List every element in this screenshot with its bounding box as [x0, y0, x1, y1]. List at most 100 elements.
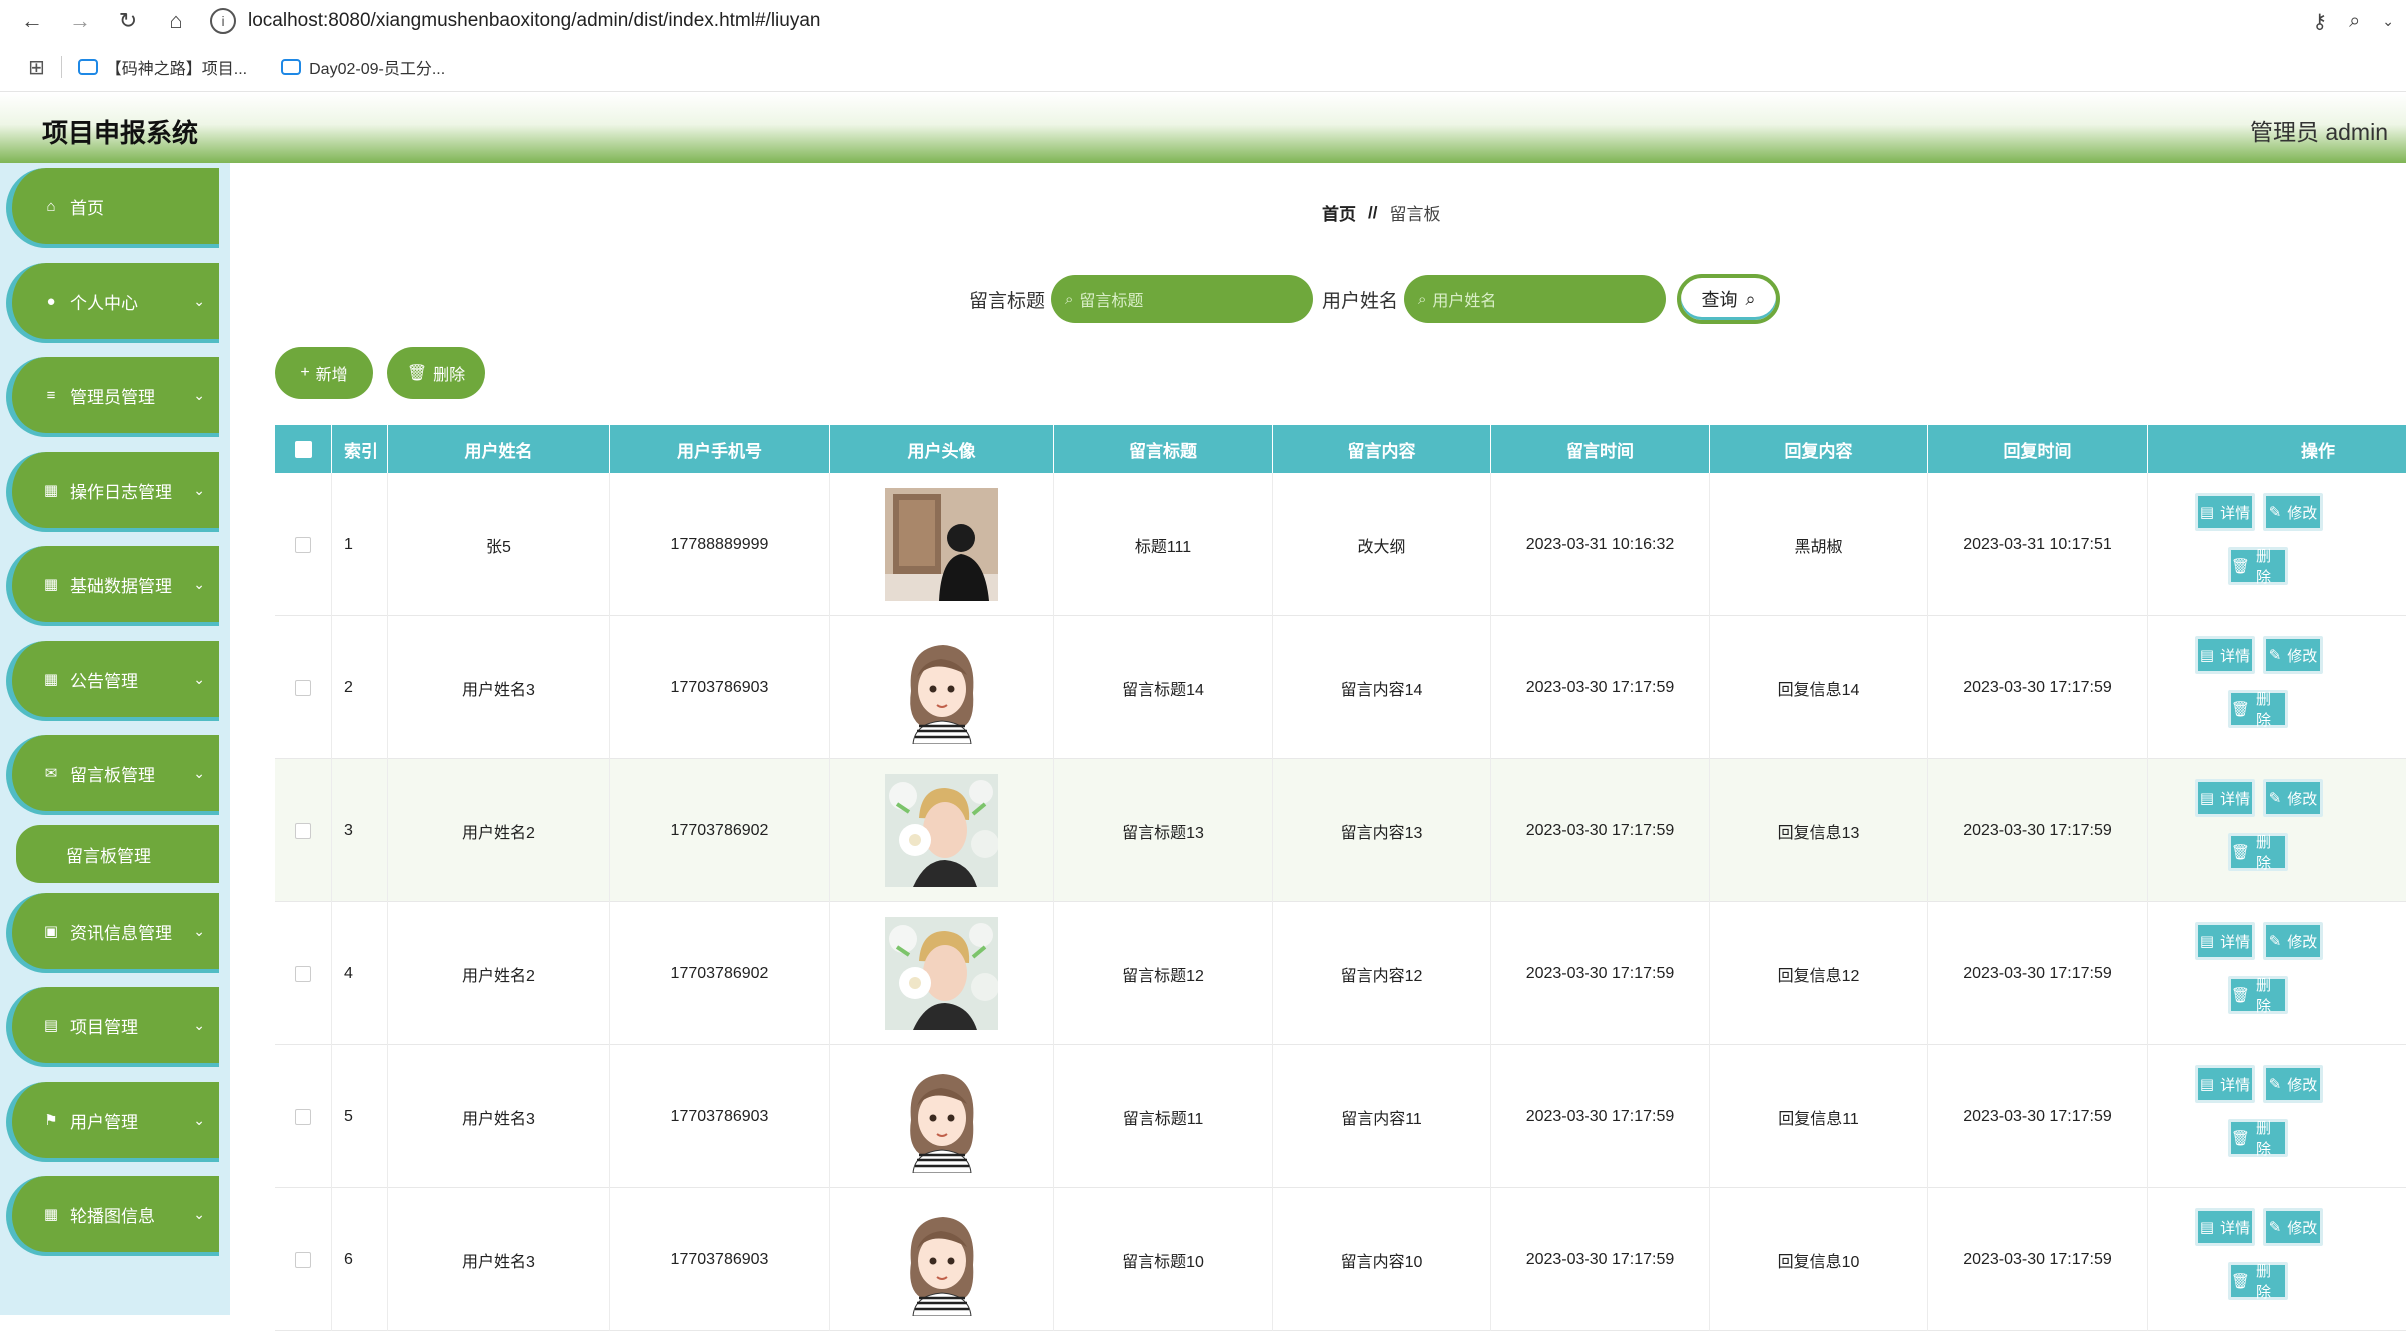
user-name-cell: 用户姓名3	[388, 616, 610, 759]
edit-button[interactable]: ✎ 修改	[2263, 636, 2323, 674]
row-checkbox[interactable]	[295, 965, 311, 982]
zoom-icon[interactable]: ⌕	[2349, 10, 2360, 33]
document-icon: ▤	[2199, 647, 2215, 664]
row-checkbox[interactable]	[295, 679, 311, 696]
sidebar-item-home[interactable]: ⌂ 首页	[6, 168, 219, 248]
reply-time-cell: 2023-03-30 17:17:59	[1928, 902, 2148, 1045]
message-content-cell: 改大纲	[1273, 473, 1491, 616]
sidebar-item-carousel[interactable]: ▦ 轮播图信息 ⌄	[6, 1176, 219, 1256]
sidebar-item-projects[interactable]: ▤ 项目管理 ⌄	[6, 987, 219, 1067]
index-cell: 6	[332, 1188, 388, 1331]
reply-content-cell: 回复信息13	[1710, 759, 1928, 902]
sidebar-item-label: 留言板管理	[70, 765, 155, 785]
breadcrumb-home[interactable]: 首页	[1322, 200, 1356, 225]
checkbox-cell	[275, 759, 332, 902]
pencil-icon: ✎	[2268, 1076, 2282, 1093]
sidebar-item-users[interactable]: ⚑ 用户管理 ⌄	[6, 1082, 219, 1162]
add-button[interactable]: + 新增	[275, 347, 373, 399]
sidebar-item-notices[interactable]: ▦ 公告管理 ⌄	[6, 641, 219, 721]
menu-chevron-icon[interactable]: ⌄	[2382, 13, 2394, 30]
message-time-cell: 2023-03-30 17:17:59	[1491, 902, 1710, 1045]
sidebar-item-base-data[interactable]: ▦ 基础数据管理 ⌄	[6, 546, 219, 626]
detail-button[interactable]: ▤ 详情	[2195, 493, 2255, 531]
sidebar-item-news[interactable]: ▣ 资讯信息管理 ⌄	[6, 893, 219, 973]
edit-button[interactable]: ✎ 修改	[2263, 779, 2323, 817]
sidebar-item-label: 首页	[70, 198, 104, 218]
message-title-cell: 留言标题11	[1054, 1045, 1273, 1188]
row-checkbox[interactable]	[295, 822, 311, 839]
sidebar-item-logs[interactable]: ▦ 操作日志管理 ⌄	[6, 452, 219, 532]
bookmark-item[interactable]: 【码神之路】项目...	[77, 55, 247, 79]
apps-grid-icon[interactable]: ⊞	[28, 55, 45, 80]
url-text[interactable]: localhost:8080/xiangmushenbaoxitong/admi…	[248, 10, 820, 32]
reply-content-cell: 黑胡椒	[1710, 473, 1928, 616]
trash-icon: 🗑	[2231, 844, 2251, 861]
edit-button[interactable]: ✎ 修改	[2263, 1065, 2323, 1103]
detail-button[interactable]: ▤ 详情	[2195, 1208, 2255, 1246]
site-info-icon[interactable]: i	[210, 8, 236, 34]
edit-button[interactable]: ✎ 修改	[2263, 493, 2323, 531]
home-page-icon[interactable]: ⌂	[152, 0, 200, 42]
column-header: 用户姓名	[388, 425, 610, 473]
document-icon: ▤	[2199, 1219, 2215, 1236]
sidebar-subitem-messages[interactable]: 留言板管理	[16, 825, 219, 883]
password-key-icon[interactable]: ⚷	[2312, 9, 2327, 34]
bookmark-item[interactable]: Day02-09-员工分...	[281, 55, 445, 79]
edit-button[interactable]: ✎ 修改	[2263, 922, 2323, 960]
select-all-checkbox[interactable]	[294, 440, 312, 458]
delete-button-label: 删除	[2256, 691, 2272, 729]
chevron-down-icon: ⌄	[193, 481, 205, 498]
delete-button[interactable]: 🗑 删除	[2228, 976, 2288, 1015]
delete-button[interactable]: 🗑 删除	[2228, 547, 2288, 586]
pencil-icon: ✎	[2268, 647, 2282, 664]
sidebar-subitem-label: 留言板管理	[66, 846, 151, 866]
sidebar-item-messages[interactable]: ✉ 留言板管理 ⌄	[6, 735, 219, 815]
detail-button[interactable]: ▤ 详情	[2195, 636, 2255, 674]
sidebar-item-profile[interactable]: ● 个人中心 ⌄	[6, 263, 219, 343]
avatar	[885, 1203, 998, 1316]
delete-button[interactable]: 🗑 删除	[2228, 690, 2288, 729]
reload-icon[interactable]: ↻	[104, 0, 152, 42]
row-checkbox[interactable]	[295, 536, 311, 553]
delete-button[interactable]: 🗑 删除	[2228, 833, 2288, 872]
message-time-cell: 2023-03-30 17:17:59	[1491, 759, 1710, 902]
title-search-placeholder: 留言标题	[1079, 293, 1144, 310]
index-cell: 2	[332, 616, 388, 759]
name-search-label: 用户姓名	[1322, 291, 1399, 312]
title-search-input[interactable]: ⌕ 留言标题	[1051, 275, 1313, 323]
edit-button[interactable]: ✎ 修改	[2263, 1208, 2323, 1246]
reply-content-cell: 回复信息10	[1710, 1188, 1928, 1331]
bookmark-separator	[60, 56, 62, 78]
column-header: 索引	[332, 425, 388, 473]
batch-delete-button[interactable]: 🗑 删除	[387, 347, 485, 399]
delete-button[interactable]: 🗑 删除	[2228, 1119, 2288, 1158]
column-header: 回复内容	[1710, 425, 1928, 473]
user-phone-cell: 17703786903	[610, 1188, 830, 1331]
detail-button[interactable]: ▤ 详情	[2195, 1065, 2255, 1103]
sidebar-item-admins[interactable]: ≡ 管理员管理 ⌄	[6, 357, 219, 437]
user-phone-cell: 17788889999	[610, 473, 830, 616]
row-checkbox[interactable]	[295, 1108, 311, 1125]
forward-icon[interactable]: →	[56, 0, 104, 42]
avatar-cell	[830, 759, 1054, 902]
sidebar-item-label: 项目管理	[70, 1017, 138, 1037]
message-content-cell: 留言内容11	[1273, 1045, 1491, 1188]
actions-cell: ▤ 详情 ✎ 修改 🗑 删除	[2148, 1188, 2406, 1331]
message-title-cell: 留言标题14	[1054, 616, 1273, 759]
delete-button-label: 删除	[2256, 977, 2272, 1015]
back-icon[interactable]: ←	[8, 0, 56, 42]
sidebar-item-label: 轮播图信息	[70, 1206, 155, 1226]
browser-toolbar-right: ⚷ ⌕ ⌄	[2312, 0, 2406, 42]
delete-button[interactable]: 🗑 删除	[2228, 1262, 2288, 1301]
detail-button[interactable]: ▤ 详情	[2195, 922, 2255, 960]
name-search-input[interactable]: ⌕ 用户姓名	[1404, 275, 1666, 323]
current-user[interactable]: 管理员 admin	[2250, 113, 2388, 147]
query-button[interactable]: 查询 ⌕	[1677, 274, 1780, 324]
document-icon: ▤	[2199, 1076, 2215, 1093]
home-icon: ⌂	[46, 197, 56, 215]
table-row: 5 用户姓名3 17703786903 留言标题11 留言内容11 2023-03-30 …	[275, 1045, 2406, 1188]
detail-button[interactable]: ▤ 详情	[2195, 779, 2255, 817]
sidebar-item-label: 基础数据管理	[70, 576, 172, 596]
detail-button-label: 详情	[2220, 790, 2251, 808]
row-checkbox[interactable]	[295, 1251, 311, 1268]
